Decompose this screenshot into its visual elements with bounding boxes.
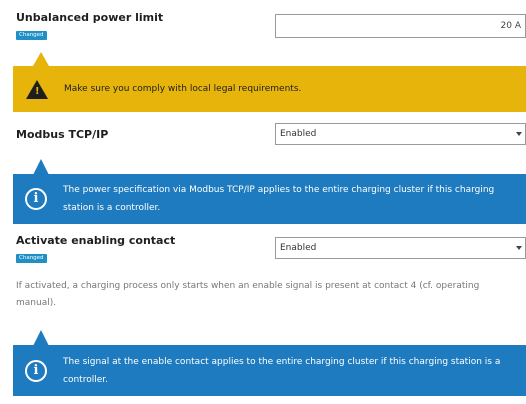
warning-exclamation: ! [35, 86, 40, 97]
unbalanced-power-limit-label: Unbalanced power limit [16, 11, 164, 24]
enabling-contact-select[interactable]: Enabled [275, 237, 526, 259]
modbus-info-banner: i The power specification via Modbus TCP… [13, 174, 526, 224]
enabling-info-banner: i The signal at the enable contact appli… [13, 345, 526, 396]
changed-badge: Changed [16, 254, 47, 263]
enabling-info-text: The signal at the enable contact applies… [63, 357, 501, 385]
info-circle-icon: i [25, 360, 47, 382]
info-circle-icon: i [25, 188, 47, 210]
changed-badge: Changed [16, 31, 47, 40]
chevron-down-icon [516, 132, 522, 136]
modbus-tcpip-label: Modbus TCP/IP [16, 128, 109, 141]
enabling-contact-label: Activate enabling contact [16, 234, 176, 247]
enabling-contact-help-text: If activated, a charging process only st… [16, 281, 480, 308]
info-glyph: i [33, 363, 39, 378]
enabling-info-pointer [33, 330, 49, 346]
modbus-selected-value: Enabled [280, 129, 317, 139]
modbus-info-pointer [33, 159, 49, 175]
enabling-selected-value: Enabled [280, 243, 317, 253]
legal-warning-text: Make sure you comply with local legal re… [64, 84, 302, 94]
legal-warning-banner: ! Make sure you comply with local legal … [13, 66, 526, 112]
warning-pointer [33, 52, 49, 66]
info-glyph: i [33, 191, 39, 206]
chevron-down-icon [516, 246, 522, 250]
unbalanced-power-limit-input[interactable] [275, 14, 526, 38]
modbus-tcpip-select[interactable]: Enabled [275, 123, 526, 145]
modbus-info-text: The power specification via Modbus TCP/I… [63, 185, 495, 213]
